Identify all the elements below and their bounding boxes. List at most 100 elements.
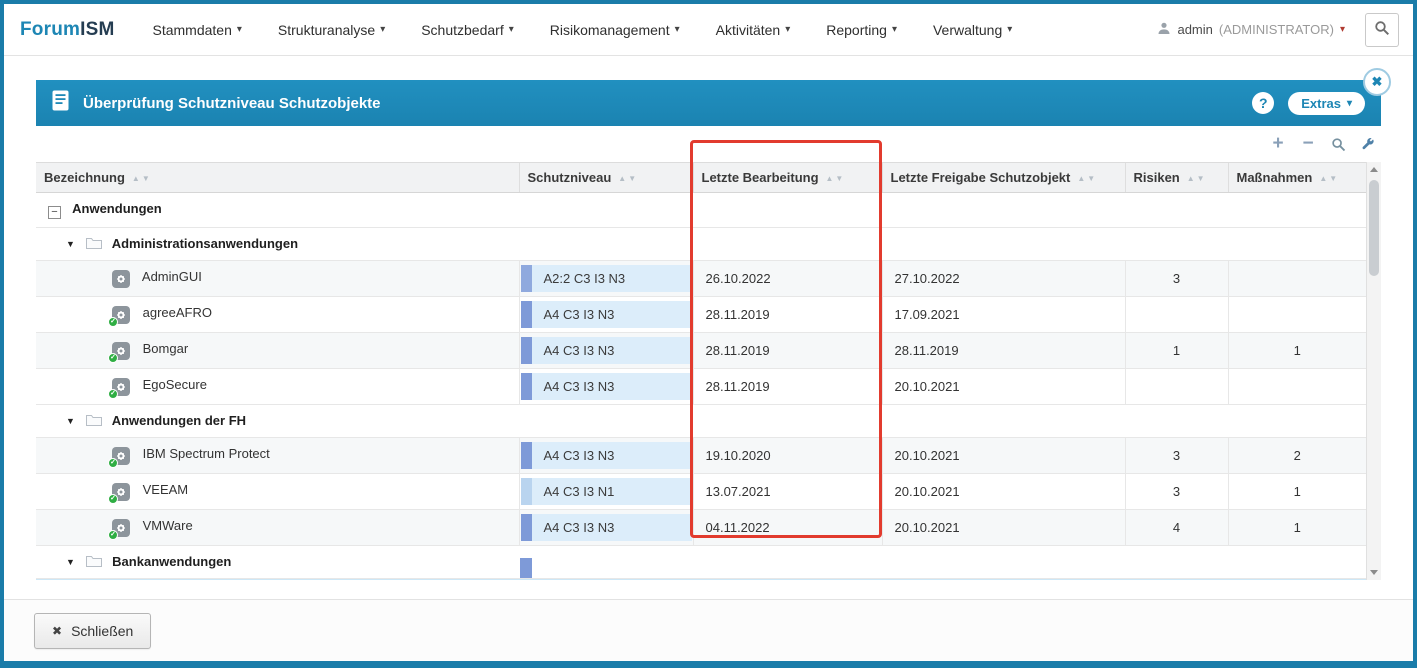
letzte-bearbeitung-cell: 19.10.2020 <box>693 438 882 474</box>
table-row-subgroup[interactable]: ▼ Anwendungen der FH <box>36 405 1366 438</box>
schutzniveau-bar <box>521 337 532 364</box>
global-search-button[interactable] <box>1365 13 1399 47</box>
panel-close-button[interactable]: ✖ <box>1363 68 1391 96</box>
vertical-scrollbar[interactable] <box>1366 162 1381 580</box>
sort-icons[interactable]: ▲▼ <box>1319 174 1339 183</box>
menu-schutzbedarf[interactable]: Schutzbedarf▾ <box>421 22 514 38</box>
menu-reporting[interactable]: Reporting▾ <box>826 22 897 38</box>
main-content: Überprüfung Schutzniveau Schutzobjekte ?… <box>4 80 1413 580</box>
massnahmen-cell <box>1228 297 1366 333</box>
schutzniveau-bar-partial <box>520 558 532 578</box>
table-header-row: Bezeichnung▲▼ Schutzniveau▲▼ Letzte Bear… <box>36 163 1366 193</box>
settings-wrench-button[interactable] <box>1359 135 1377 153</box>
table-row-item[interactable]: ✓ EgoSecure A4 C3 I3 N3 28.11.2019 20.10… <box>36 369 1366 405</box>
table-row-item[interactable]: AdminGUI A2:2 C3 I3 N3 26.10.2022 27.10.… <box>36 261 1366 297</box>
risiken-cell: 4 <box>1125 510 1228 546</box>
application-gear-icon: ✓ <box>112 483 130 501</box>
column-header-bezeichnung[interactable]: Bezeichnung▲▼ <box>36 163 519 193</box>
letzte-freigabe-cell: 20.10.2021 <box>882 438 1125 474</box>
table-row-item[interactable]: ✓ agreeAFRO A4 C3 I3 N3 28.11.2019 17.09… <box>36 297 1366 333</box>
sort-icons[interactable]: ▲▼ <box>826 174 846 183</box>
approved-check-icon: ✓ <box>108 530 118 540</box>
letzte-freigabe-cell: 27.10.2022 <box>882 261 1125 297</box>
schutzobjekte-table: Bezeichnung▲▼ Schutzniveau▲▼ Letzte Bear… <box>36 162 1381 580</box>
column-header-massnahmen[interactable]: Maßnahmen▲▼ <box>1228 163 1366 193</box>
application-gear-icon: ✓ <box>112 519 130 537</box>
menu-verwaltung[interactable]: Verwaltung▾ <box>933 22 1012 38</box>
table-toolbar: + − <box>36 126 1381 162</box>
arrow-down-icon <box>1370 570 1378 579</box>
letzte-bearbeitung-cell: 28.11.2019 <box>693 369 882 405</box>
column-header-letzte-bearbeitung[interactable]: Letzte Bearbeitung▲▼ <box>693 163 882 193</box>
application-gear-icon: ✓ <box>112 447 130 465</box>
table-row-group[interactable]: − Anwendungen <box>36 193 1366 228</box>
sort-icons[interactable]: ▲▼ <box>618 174 638 183</box>
table-row-item[interactable]: ✓ VEEAM A4 C3 I3 N1 13.07.2021 20.10.202… <box>36 474 1366 510</box>
app-logo[interactable]: ForumISM <box>20 19 115 41</box>
letzte-freigabe-cell: 20.10.2021 <box>882 474 1125 510</box>
application-gear-icon: ✓ <box>112 342 130 360</box>
group-label: Anwendungen der FH <box>112 413 246 428</box>
tree-expanded-icon[interactable]: ▼ <box>66 239 75 249</box>
group-label: Bankanwendungen <box>112 554 231 569</box>
sort-icons[interactable]: ▲▼ <box>1187 174 1207 183</box>
item-label: agreeAFRO <box>143 305 212 320</box>
risiken-cell: 3 <box>1125 438 1228 474</box>
column-header-letzte-freigabe[interactable]: Letzte Freigabe Schutzobjekt▲▼ <box>882 163 1125 193</box>
item-label: AdminGUI <box>142 269 202 284</box>
collapse-all-button[interactable]: − <box>1299 135 1317 153</box>
chevron-down-icon: ▾ <box>509 24 514 35</box>
item-label: EgoSecure <box>143 377 207 392</box>
group-label: Administrationsanwendungen <box>112 236 298 251</box>
table-row-subgroup[interactable]: ▼ Administrationsanwendungen <box>36 228 1366 261</box>
item-label: IBM Spectrum Protect <box>143 446 270 461</box>
massnahmen-cell: 1 <box>1228 474 1366 510</box>
table-row-item[interactable]: ✓ IBM Spectrum Protect A4 C3 I3 N3 19.10… <box>36 438 1366 474</box>
table-row-subgroup-selected[interactable]: ▼ Atruvia <box>36 579 1366 581</box>
expand-all-button[interactable]: + <box>1269 135 1287 153</box>
scrollbar-thumb[interactable] <box>1369 180 1379 276</box>
letzte-bearbeitung-cell: 28.11.2019 <box>693 297 882 333</box>
app-root: { "brand": { "name_primary": "Forum", "n… <box>0 0 1417 668</box>
approved-check-icon: ✓ <box>108 494 118 504</box>
chevron-down-icon: ▾ <box>785 24 790 35</box>
sort-icons[interactable]: ▲▼ <box>132 174 152 183</box>
letzte-freigabe-cell: 17.09.2021 <box>882 297 1125 333</box>
document-icon <box>52 90 69 116</box>
table-search-button[interactable] <box>1329 135 1347 153</box>
user-menu[interactable]: admin (ADMINISTRATOR) ▾ <box>1157 21 1345 38</box>
user-icon <box>1157 21 1171 38</box>
tree-expanded-icon[interactable]: ▼ <box>66 416 75 426</box>
search-icon <box>1374 20 1390 39</box>
menu-risikomanagement[interactable]: Risikomanagement▾ <box>550 22 680 38</box>
schutzniveau-bar <box>521 442 532 469</box>
help-button[interactable]: ? <box>1252 92 1274 114</box>
table-row-subgroup[interactable]: ▼ Bankanwendungen <box>36 546 1366 579</box>
collapse-group-icon[interactable]: − <box>48 206 61 219</box>
sort-icons[interactable]: ▲▼ <box>1077 174 1097 183</box>
chevron-down-icon: ▾ <box>892 24 897 35</box>
approved-check-icon: ✓ <box>108 458 118 468</box>
item-label: VEEAM <box>143 482 189 497</box>
chevron-down-icon: ▾ <box>1007 24 1012 35</box>
massnahmen-cell <box>1228 261 1366 297</box>
schliessen-button[interactable]: ✖ Schließen <box>34 613 151 649</box>
menu-aktivitaeten[interactable]: Aktivitäten▾ <box>716 22 791 38</box>
folder-icon <box>86 414 102 429</box>
column-header-schutzniveau[interactable]: Schutzniveau▲▼ <box>519 163 693 193</box>
table-row-item[interactable]: ✓ VMWare A4 C3 I3 N3 04.11.2022 20.10.20… <box>36 510 1366 546</box>
footer-bar: ✖ Schließen <box>4 599 1413 661</box>
menu-stammdaten[interactable]: Stammdaten▾ <box>153 22 242 38</box>
item-label: Bomgar <box>143 341 189 356</box>
tree-expanded-icon[interactable]: ▼ <box>66 557 75 567</box>
extras-button[interactable]: Extras▾ <box>1288 92 1365 115</box>
risiken-cell <box>1125 297 1228 333</box>
top-navigation: ForumISM Stammdaten▾ Strukturanalyse▾ Sc… <box>4 4 1413 56</box>
table-row-item[interactable]: ✓ Bomgar A4 C3 I3 N3 28.11.2019 28.11.20… <box>36 333 1366 369</box>
menu-strukturanalyse[interactable]: Strukturanalyse▾ <box>278 22 385 38</box>
scroll-up-button[interactable] <box>1367 162 1381 177</box>
letzte-freigabe-cell: 20.10.2021 <box>882 510 1125 546</box>
schutzniveau-bar <box>521 514 532 541</box>
column-header-risiken[interactable]: Risiken▲▼ <box>1125 163 1228 193</box>
scroll-down-button[interactable] <box>1367 565 1381 580</box>
